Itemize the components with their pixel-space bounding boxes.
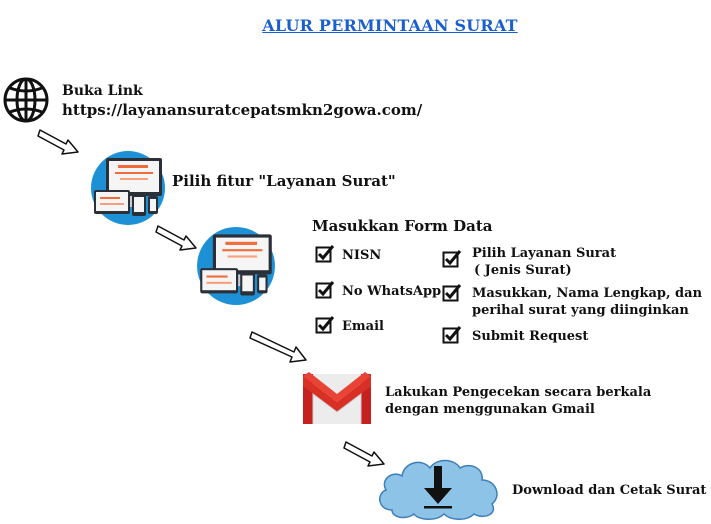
gmail-icon <box>303 372 371 424</box>
form-item-nisn: NISN <box>342 248 382 263</box>
step-pilih-fitur-label: Pilih fitur "Layanan Surat" <box>172 172 396 190</box>
form-item-layanan-line1: Pilih Layanan Surat <box>472 246 617 261</box>
step-download-label: Download dan Cetak Surat <box>512 483 707 498</box>
devices-icon <box>91 151 165 225</box>
checkbox-icon <box>442 326 462 344</box>
checkbox-icon <box>442 250 462 268</box>
arrow-icon <box>37 129 79 155</box>
step-cek-gmail-line1: Lakukan Pengecekan secara berkala <box>385 385 652 400</box>
step-buka-link-label: Buka Link <box>62 83 143 99</box>
step-cek-gmail-line2: dengan menggunakan Gmail <box>385 402 595 417</box>
arrow-icon <box>249 331 307 363</box>
step-buka-link-url: https://layanansuratcepatsmkn2gowa.com/ <box>62 101 423 119</box>
checkbox-icon <box>315 245 335 263</box>
form-item-nama-line1: Masukkan, Nama Lengkap, dan <box>472 286 703 301</box>
devices-icon <box>197 227 275 305</box>
form-item-nama-line2: perihal surat yang diinginkan <box>472 303 689 318</box>
cloud-download-icon <box>379 459 498 520</box>
checkbox-icon <box>315 281 335 299</box>
arrow-icon <box>155 225 197 251</box>
form-heading: Masukkan Form Data <box>312 217 493 235</box>
checkbox-icon <box>442 284 462 302</box>
form-item-whatsapp: No WhatsApp <box>342 284 442 299</box>
form-item-submit: Submit Request <box>472 329 589 344</box>
globe-icon <box>3 77 49 123</box>
page-title: ALUR PERMINTAAN SURAT <box>262 16 518 35</box>
checkbox-icon <box>315 316 335 334</box>
form-item-email: Email <box>342 319 384 334</box>
form-item-layanan-line2: ( Jenis Surat) <box>474 263 572 278</box>
